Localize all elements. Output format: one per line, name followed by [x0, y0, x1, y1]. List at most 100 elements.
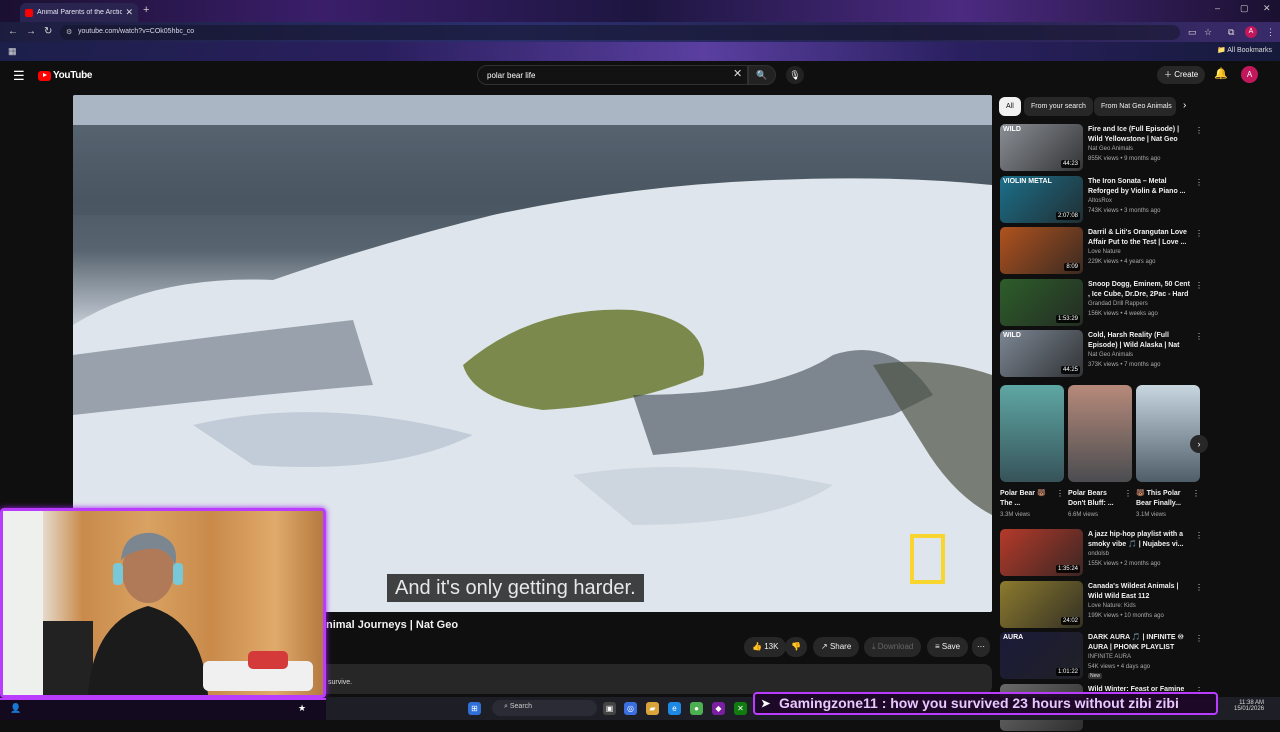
more-options-icon[interactable]: ⋮ [1195, 281, 1203, 290]
url-field[interactable]: ⚙ youtube.com/watch?v=COk05hbc_co [60, 25, 1180, 40]
short-title[interactable]: Polar Bear 🐻 The ... [1000, 489, 1056, 509]
short-thumbnail[interactable] [1068, 385, 1132, 482]
video-subtitle: And it's only getting harder. [387, 574, 644, 602]
site-info-icon[interactable]: ⚙ [66, 28, 72, 36]
close-window-icon[interactable]: ✕ [1263, 3, 1271, 14]
video-description[interactable]: survive. [318, 664, 992, 694]
recommendation-thumbnail[interactable]: WILD 44:23 [1000, 124, 1083, 171]
task-view-icon[interactable]: ▣ [603, 702, 616, 715]
microphone-icon: 🎙 [789, 70, 801, 80]
more-options-icon[interactable]: ⋮ [1192, 489, 1200, 498]
recommendation-thumbnail[interactable]: WILD 44:25 [1000, 330, 1083, 377]
more-options-icon[interactable]: ⋮ [1124, 489, 1132, 498]
like-button[interactable]: 👍 13K [744, 637, 787, 657]
youtube-logo[interactable]: YouTube [38, 70, 93, 81]
edge-icon[interactable]: e [668, 702, 681, 715]
account-avatar[interactable]: A [1241, 66, 1258, 83]
shorts-next-button[interactable]: › [1190, 435, 1208, 453]
recommendation-item[interactable]: VIOLIN METAL 2:07:08 The Iron Sonata – Met… [1000, 175, 1205, 224]
recommendation-title[interactable]: Fire and Ice (Full Episode) | Wild Yello… [1088, 125, 1192, 145]
extensions-icon[interactable]: ⧉ [1228, 27, 1234, 38]
apps-grid-icon[interactable]: ▦ [8, 46, 17, 57]
thumbnail-label: VIOLIN METAL [1003, 177, 1052, 185]
more-options-icon[interactable]: ⋮ [1195, 126, 1203, 135]
short-item[interactable]: 🐻 This Polar Bear Finally... 3.1M views ⋮ [1136, 385, 1200, 518]
recommendation-thumbnail[interactable]: 8:09 [1000, 227, 1083, 274]
cast-icon[interactable]: ▭ [1188, 27, 1197, 38]
app-icon-1[interactable]: ◆ [712, 702, 725, 715]
chip-from-your-search[interactable]: From your search [1024, 97, 1093, 116]
recommendation-title[interactable]: Darril & Liti's Orangutan Love Affair Pu… [1088, 228, 1192, 248]
short-title[interactable]: 🐻 This Polar Bear Finally... [1136, 489, 1192, 509]
clear-search-icon[interactable]: ✕ [733, 67, 742, 80]
bookmark-star-icon[interactable]: ☆ [1204, 27, 1212, 38]
short-thumbnail[interactable] [1000, 385, 1064, 482]
search-input[interactable]: polar bear life [477, 65, 748, 85]
chip-next-chevron-icon[interactable]: › [1183, 100, 1186, 111]
short-item[interactable]: Polar Bear 🐻 The ... 3.3M views ⋮ [1000, 385, 1064, 518]
short-thumbnail[interactable] [1136, 385, 1200, 482]
xbox-icon[interactable]: ✕ [734, 702, 747, 715]
browser-profile-avatar[interactable]: A [1245, 26, 1257, 38]
chip-from-nat-geo-animals[interactable]: From Nat Geo Animals [1094, 97, 1176, 116]
more-options-icon[interactable]: ⋮ [1195, 531, 1203, 540]
chat-message-text: Gamingzone11 : how you survived 23 hours… [779, 695, 1179, 711]
reload-icon[interactable]: ↻ [44, 26, 52, 37]
recommendation-title[interactable]: Snoop Dogg, Eminem, 50 Cent , Ice Cube, … [1088, 280, 1192, 300]
recommendation-item[interactable]: AURA 1:01:22 DARK AURA 🎵 | INFINITE ♾ AURA… [1000, 632, 1205, 680]
chevron-right-icon: › [1197, 439, 1201, 449]
recommendation-title[interactable]: A jazz hip-hop playlist with a smoky vib… [1088, 530, 1192, 550]
create-button[interactable]: ＋ Create [1157, 66, 1206, 84]
browser-tab-active[interactable]: Animal Parents of the Arctic ✕ [20, 3, 138, 22]
recommendation-title[interactable]: Cold, Harsh Reality (Full Episode) | Wil… [1088, 331, 1192, 351]
recommendation-thumbnail[interactable]: 1:53:29 [1000, 278, 1083, 326]
voice-search-button[interactable]: 🎙 [786, 66, 804, 84]
short-item[interactable]: Polar Bears Don't Bluff: ... 6.6M views ⋮ [1068, 385, 1132, 518]
forward-icon[interactable]: → [26, 26, 36, 37]
notifications-bell-icon[interactable]: 🔔 [1214, 67, 1228, 80]
copilot-icon[interactable]: ◎ [624, 702, 637, 715]
minimize-icon[interactable]: – [1215, 3, 1220, 13]
taskbar-clock[interactable]: 11:38 AM 15/01/2026 [1234, 700, 1264, 712]
recommendation-title[interactable]: DARK AURA 🎵 | INFINITE ♾ AURA | PHONK PL… [1088, 633, 1192, 653]
taskbar-search[interactable]: ⌕ Search [492, 700, 597, 716]
recommendation-item[interactable]: 24:02 Canada's Wildest Animals | Wild Wil… [1000, 580, 1205, 629]
maximize-icon[interactable]: ▢ [1240, 3, 1249, 14]
recommendation-item[interactable]: WILD 44:23 Fire and Ice (Full Episode) | W… [1000, 124, 1205, 172]
more-options-icon[interactable]: ⋮ [1195, 229, 1203, 238]
more-options-icon[interactable]: ⋮ [1195, 634, 1203, 643]
more-options-icon[interactable]: ⋮ [1195, 332, 1203, 341]
search-button[interactable]: 🔍 [748, 65, 776, 85]
recommendation-item[interactable]: 1:35:24 A jazz hip-hop playlist with a sm… [1000, 529, 1205, 577]
windows-start-icon[interactable]: ⊞ [468, 702, 481, 715]
recommendation-item[interactable]: 1:53:29 Snoop Dogg, Eminem, 50 Cent , Ice… [1000, 278, 1205, 327]
all-bookmarks-link[interactable]: 📁 All Bookmarks [1217, 46, 1272, 54]
recommendation-thumbnail[interactable]: 24:02 [1000, 580, 1083, 628]
chrome-icon[interactable]: ● [690, 702, 703, 715]
new-tab-button[interactable]: + [143, 4, 149, 16]
recommendation-title[interactable]: The Iron Sonata – Metal Reforged by Viol… [1088, 177, 1192, 197]
description-text: survive. [328, 679, 353, 686]
back-icon[interactable]: ← [8, 26, 18, 37]
more-options-icon[interactable]: ⋮ [1056, 489, 1064, 498]
menu-icon[interactable]: ☰ [13, 68, 25, 84]
close-tab-icon[interactable]: ✕ [125, 7, 133, 18]
recommendation-thumbnail[interactable]: 1:35:24 [1000, 529, 1083, 576]
channel-name: ondolsb [1088, 551, 1110, 557]
share-button[interactable]: ↗ Share [813, 637, 860, 657]
recommendation-item[interactable]: 8:09 Darril & Liti's Orangutan Love Affai… [1000, 227, 1205, 275]
short-title[interactable]: Polar Bears Don't Bluff: ... [1068, 489, 1124, 509]
download-button[interactable]: ⤓ Download [864, 637, 922, 657]
recommendation-thumbnail[interactable]: VIOLIN METAL 2:07:08 [1000, 175, 1083, 223]
recommendation-title[interactable]: Canada's Wildest Animals | Wild Wild Eas… [1088, 582, 1192, 602]
chip-all[interactable]: All [999, 97, 1021, 116]
more-actions-button[interactable]: ⋯ [972, 637, 990, 657]
recommendation-thumbnail[interactable]: AURA 1:01:22 [1000, 632, 1083, 679]
recommendation-item[interactable]: WILD 44:25 Cold, Harsh Reality (Full Episo… [1000, 330, 1205, 378]
save-button[interactable]: ≡ Save [927, 637, 969, 657]
browser-menu-icon[interactable]: ⋮ [1266, 27, 1275, 38]
file-explorer-icon[interactable]: ▰ [646, 702, 659, 715]
dislike-button[interactable]: 👎 [785, 637, 807, 657]
more-options-icon[interactable]: ⋮ [1195, 583, 1203, 592]
more-options-icon[interactable]: ⋮ [1195, 178, 1203, 187]
